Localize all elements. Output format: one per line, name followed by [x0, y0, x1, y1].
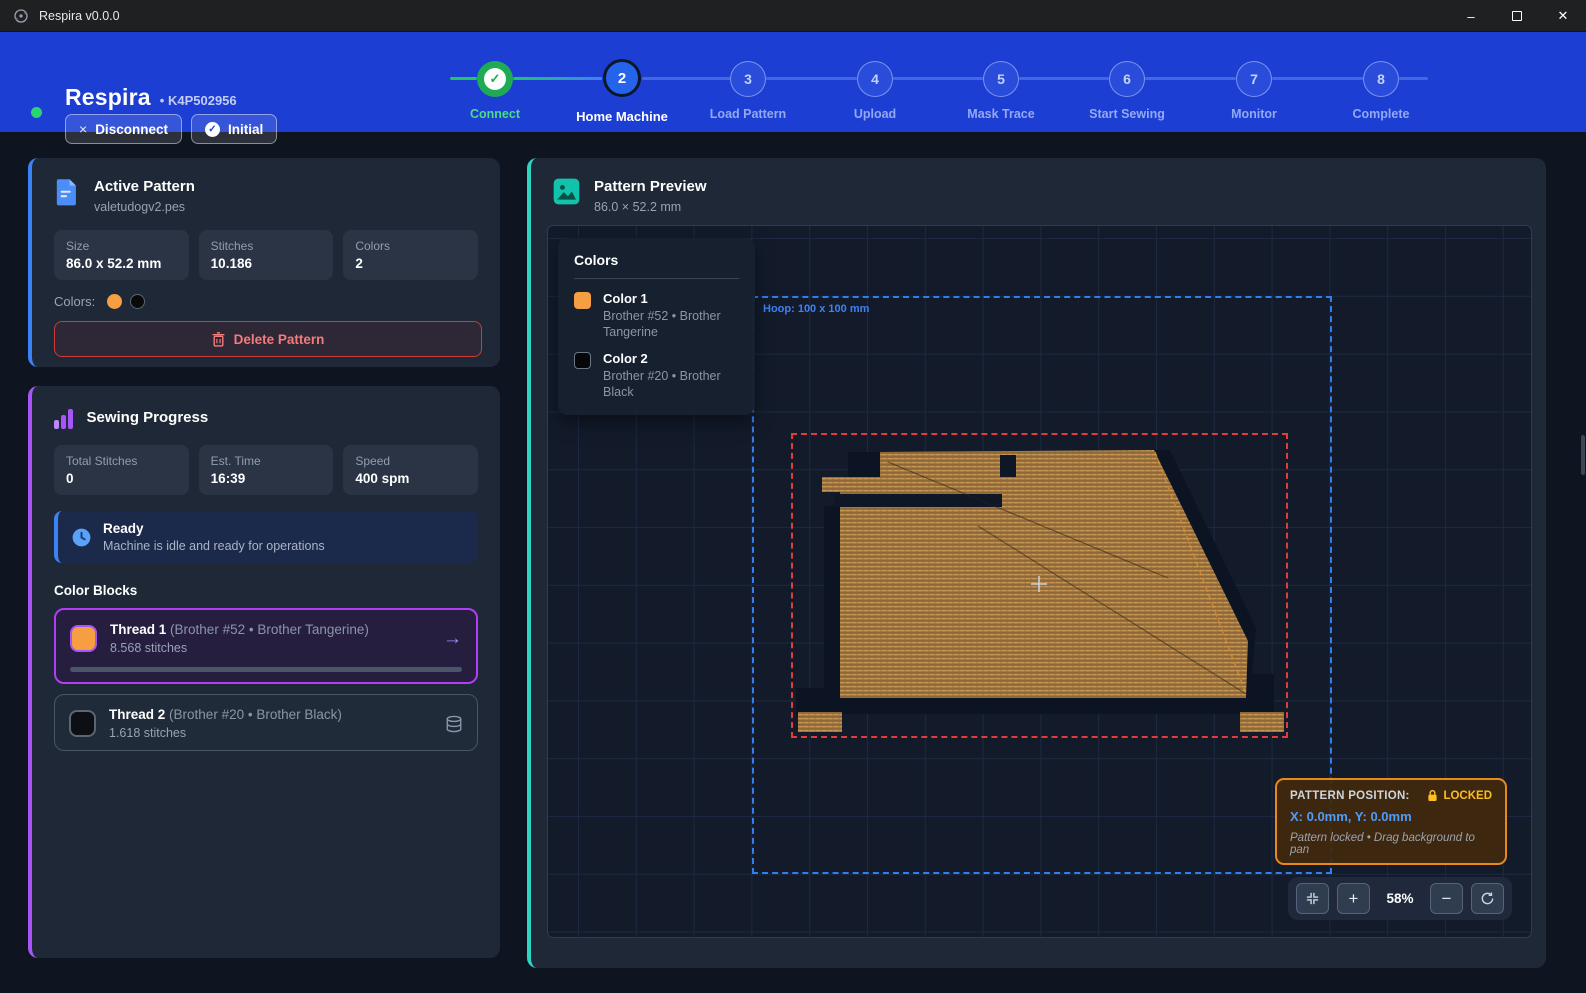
- zoom-out-button[interactable]: −: [1430, 883, 1463, 914]
- pattern-filename: valetudogv2.pes: [94, 200, 195, 214]
- step-label: Mask Trace: [941, 107, 1061, 121]
- bar-chart-icon: [54, 409, 73, 429]
- app-logo-icon: [13, 8, 29, 24]
- app-header: Respira • K4P502956 × Disconnect ✓ Initi…: [0, 32, 1586, 132]
- step-complete: 8 Complete: [1321, 59, 1441, 97]
- close-x-icon: ×: [79, 121, 87, 137]
- active-pattern-card: Active Pattern valetudogv2.pes Size 86.0…: [28, 158, 500, 367]
- step-mask-trace: 5 Mask Trace: [941, 59, 1061, 97]
- step-load-pattern: 3 Load Pattern: [688, 59, 808, 97]
- colors-legend-panel: Colors Color 1 Brother #52 • Brother Tan…: [558, 238, 755, 415]
- connection-status-dot: [31, 107, 42, 118]
- legend-swatch-orange: [574, 292, 591, 309]
- delete-pattern-button[interactable]: Delete Pattern: [54, 321, 482, 357]
- scrollbar-thumb[interactable]: [1581, 435, 1585, 475]
- stat-stitches: Stitches 10.186: [199, 230, 334, 280]
- zoom-level: 58%: [1378, 891, 1422, 906]
- step-connect: ✓ Connect: [435, 59, 555, 97]
- fit-to-screen-icon: [1305, 891, 1320, 906]
- pan-hint: Pattern locked • Drag background to pan: [1290, 832, 1492, 856]
- document-icon: [54, 178, 80, 206]
- fit-to-screen-button[interactable]: [1296, 883, 1329, 914]
- legend-swatch-black: [574, 352, 591, 369]
- trash-icon: [212, 332, 225, 347]
- arrow-right-icon: →: [443, 628, 462, 650]
- step-monitor-circle[interactable]: 7: [1236, 61, 1272, 97]
- stat-total-stitches: Total Stitches 0: [54, 445, 189, 495]
- thread-1-swatch: [70, 625, 97, 652]
- sewing-progress-title: Sewing Progress: [87, 409, 209, 426]
- hoop-label: Hoop: 100 x 100 mm: [763, 303, 869, 315]
- image-icon: [553, 178, 580, 205]
- pattern-dimensions: 86.0 × 52.2 mm: [594, 200, 707, 214]
- window-titlebar: Respira v0.0.0 – ✕: [0, 0, 1586, 32]
- pattern-position-overlay: PATTERN POSITION: LOCKED X: 0.0mm, Y: 0.…: [1275, 778, 1507, 865]
- sewing-progress-card: Sewing Progress Total Stitches 0 Est. Ti…: [28, 386, 500, 958]
- machine-serial: • K4P502956: [160, 93, 237, 108]
- pattern-bounds: [791, 433, 1288, 738]
- stat-size: Size 86.0 x 52.2 mm: [54, 230, 189, 280]
- step-home-machine: 2 Home Machine: [562, 59, 682, 97]
- step-home-machine-circle[interactable]: 2: [603, 59, 641, 97]
- step-label: Upload: [815, 107, 935, 121]
- machine-status-banner: Ready Machine is idle and ready for oper…: [54, 511, 478, 563]
- step-start-sewing: 6 Start Sewing: [1067, 59, 1187, 97]
- initial-button[interactable]: ✓ Initial: [191, 114, 277, 144]
- locked-badge: LOCKED: [1427, 789, 1492, 802]
- step-connect-circle[interactable]: ✓: [477, 61, 513, 97]
- step-label: Home Machine: [562, 109, 682, 124]
- colors-label: Colors:: [54, 294, 95, 309]
- thread-2-swatch: [69, 710, 96, 737]
- close-button[interactable]: ✕: [1540, 0, 1586, 32]
- stat-colors: Colors 2: [343, 230, 478, 280]
- step-label: Connect: [435, 107, 555, 121]
- step-mask-trace-circle[interactable]: 5: [983, 61, 1019, 97]
- maximize-icon: [1512, 11, 1522, 21]
- color-swatch-black: [130, 294, 145, 309]
- stat-est-time: Est. Time 16:39: [199, 445, 334, 495]
- step-monitor: 7 Monitor: [1194, 59, 1314, 97]
- check-circle-icon: ✓: [205, 122, 220, 137]
- thread-2-block[interactable]: Thread 2 (Brother #20 • Brother Black) 1…: [54, 694, 478, 751]
- preview-canvas[interactable]: Hoop: 100 x 100 mm Colors Color 1 Brothe…: [547, 225, 1532, 938]
- minimize-button[interactable]: –: [1448, 0, 1494, 32]
- pattern-preview-title: Pattern Preview: [594, 178, 707, 195]
- zoom-controls: + 58% −: [1288, 877, 1512, 920]
- reset-rotate-icon: [1480, 891, 1495, 906]
- reset-view-button[interactable]: [1471, 883, 1504, 914]
- step-label: Complete: [1321, 107, 1441, 121]
- step-label: Start Sewing: [1067, 107, 1187, 121]
- lock-icon: [1427, 789, 1438, 802]
- legend-color-1: Color 1 Brother #52 • Brother Tangerine: [574, 291, 739, 340]
- status-title: Ready: [103, 521, 325, 536]
- step-label: Monitor: [1194, 107, 1314, 121]
- window-title: Respira v0.0.0: [39, 9, 120, 23]
- step-label: Load Pattern: [688, 107, 808, 121]
- pattern-position-label: PATTERN POSITION:: [1290, 790, 1410, 802]
- legend-color-2: Color 2 Brother #20 • Brother Black: [574, 351, 739, 400]
- step-start-sewing-circle[interactable]: 6: [1109, 61, 1145, 97]
- pattern-preview-card: Pattern Preview 86.0 × 52.2 mm: [527, 158, 1546, 968]
- colors-legend-title: Colors: [574, 252, 739, 268]
- active-pattern-title: Active Pattern: [94, 178, 195, 195]
- step-upload-circle[interactable]: 4: [857, 61, 893, 97]
- step-complete-circle[interactable]: 8: [1363, 61, 1399, 97]
- pattern-coordinates: X: 0.0mm, Y: 0.0mm: [1290, 809, 1492, 824]
- step-upload: 4 Upload: [815, 59, 935, 97]
- step-load-pattern-circle[interactable]: 3: [730, 61, 766, 97]
- layers-stack-icon: [445, 715, 463, 733]
- thread-1-block[interactable]: Thread 1 (Brother #52 • Brother Tangerin…: [54, 608, 478, 684]
- color-swatch-orange: [107, 294, 122, 309]
- clock-icon: [72, 528, 91, 547]
- disconnect-button[interactable]: × Disconnect: [65, 114, 182, 144]
- maximize-button[interactable]: [1494, 0, 1540, 32]
- zoom-in-button[interactable]: +: [1337, 883, 1370, 914]
- status-detail: Machine is idle and ready for operations: [103, 539, 325, 553]
- thread-1-progress-bar: [70, 667, 462, 672]
- app-name: Respira: [65, 84, 151, 111]
- color-blocks-heading: Color Blocks: [32, 583, 500, 598]
- stat-speed: Speed 400 spm: [343, 445, 478, 495]
